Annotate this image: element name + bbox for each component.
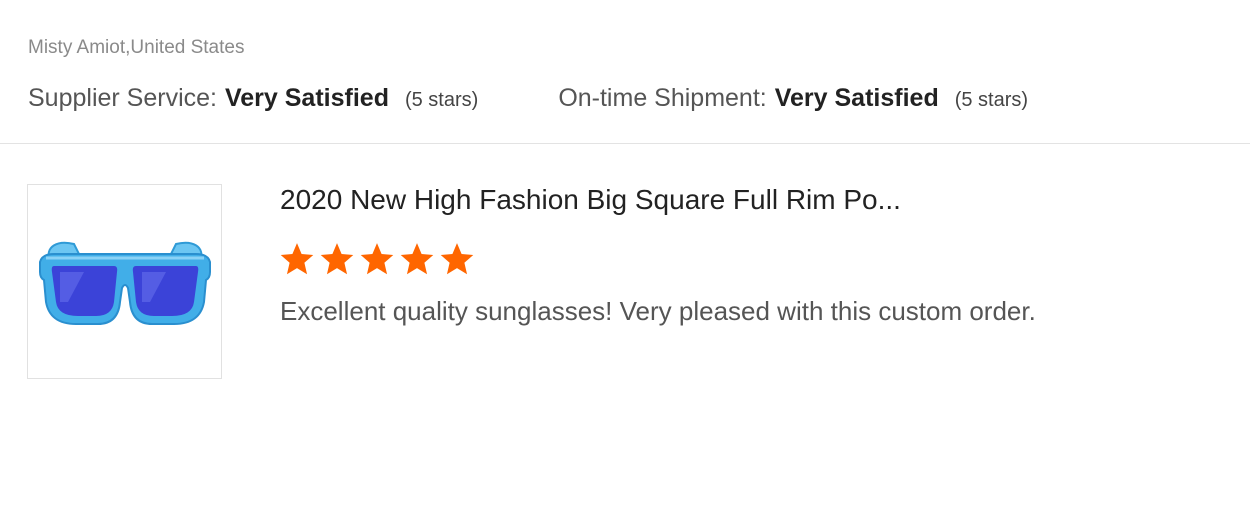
rating-label: On-time Shipment: xyxy=(558,84,767,112)
star-icon xyxy=(279,242,315,276)
product-star-rating xyxy=(279,242,475,276)
blue-sunglasses-icon xyxy=(38,241,211,325)
review-card: Misty Amiot,United States Supplier Servi… xyxy=(0,0,1250,510)
rating-value: Very Satisfied xyxy=(774,84,939,112)
rating-stars-text: (5 stars) xyxy=(404,89,479,111)
product-thumbnail[interactable] xyxy=(27,184,222,379)
product-title-link[interactable]: 2020 New High Fashion Big Square Full Ri… xyxy=(280,184,901,216)
review-comment: Excellent quality sunglasses! Very pleas… xyxy=(280,296,1036,326)
on-time-shipment-rating: On-time Shipment: Very Satisfied (5 star… xyxy=(558,84,1028,113)
supplier-service-rating: Supplier Service: Very Satisfied (5 star… xyxy=(28,84,478,113)
star-icon xyxy=(359,242,395,276)
rating-value: Very Satisfied xyxy=(224,84,389,112)
divider xyxy=(0,143,1250,144)
star-icon xyxy=(439,242,475,276)
star-icon xyxy=(399,242,435,276)
rating-label: Supplier Service: xyxy=(28,84,217,112)
ratings-row: Supplier Service: Very Satisfied (5 star… xyxy=(28,84,1028,116)
reviewer-name-location: Misty Amiot,United States xyxy=(28,37,245,58)
star-icon xyxy=(319,242,355,276)
rating-stars-text: (5 stars) xyxy=(954,89,1029,111)
